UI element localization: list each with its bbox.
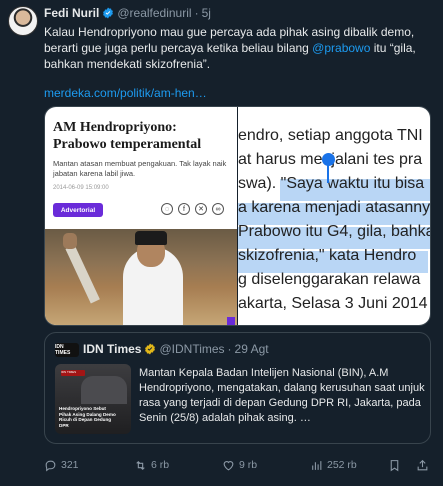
quote-text: Mantan Kepala Badan Intelijen Nasional (… [139,367,425,424]
thumb-tag: IDN TIMES [61,370,85,376]
reply-button[interactable]: 321 [44,456,79,474]
idn-times-logo: IDN TIMES [55,343,79,357]
thumb-caption: Hendropriyono Sebut Pihak Asing Dalang D… [59,406,116,428]
quote-header: IDN Times @IDNTimes · 29 Agt [83,342,269,356]
facebook-icon: f [178,203,190,215]
author-name[interactable]: Fedi Nuril [44,6,99,20]
like-count: 9 rb [239,459,258,471]
author-avatar[interactable] [8,6,38,36]
bookmark-icon [390,459,399,471]
link-icon: ∞ [212,203,224,215]
views-count: 252 rb [327,459,357,471]
author-handle[interactable]: @realfedinuril [117,6,191,20]
article-line: endro, setiap anggota TNI [238,127,423,144]
quote-separator: · [227,342,232,356]
verified-badge-icon [103,7,114,19]
quote-handle: @IDNTimes [159,342,225,356]
article-line: g diselenggarakan relawa [238,271,421,288]
views-button[interactable]: 252 rb [310,456,357,474]
like-button[interactable]: 9 rb [222,456,257,474]
reply-count: 321 [61,459,79,471]
quote-time: 29 Agt [234,342,269,356]
header-separator: · [194,6,199,20]
article-line: Prabowo itu G4, gila, bahka [238,223,431,240]
x-icon: ✕ [195,203,207,215]
bookmark-button[interactable] [388,456,401,474]
card-date: 2014-06-09 15:09:00 [53,185,109,191]
heart-icon [223,460,234,470]
tweet-media[interactable]: AM Hendropriyono: Prabowo temperamental … [44,106,431,326]
reply-icon [45,460,56,471]
article-zoom-image[interactable]: endro, setiap anggota TNI at harus menja… [238,107,431,325]
article-line: swa). "Saya waktu itu bisa [238,175,425,192]
quote-thumbnail: IDN TIMES Hendropriyono Sebut Pihak Asin… [55,364,131,434]
advertorial-badge: Advertorial [53,203,103,217]
verified-gold-badge-icon [145,343,156,355]
tweet-text: Kalau Hendropriyono mau gue percaya ada … [44,24,434,72]
share-icon [417,459,428,470]
article-line: skizofrenia," kata Hendro [238,247,417,264]
article-link[interactable]: merdeka.com/politik/am-hen… [44,86,207,100]
quoted-tweet[interactable]: IDN TIMES IDN Times @IDNTimes · 29 Agt I… [44,332,431,444]
retweet-button[interactable]: 6 rb [134,456,169,474]
tweet-header: Fedi Nuril @realfedinuril · 5j [44,6,211,20]
card-title: AM Hendropriyono: Prabowo temperamental [53,120,202,152]
share-button[interactable] [416,456,429,474]
retweet-count: 6 rb [151,459,170,471]
tweet-actions: 321 6 rb 9 rb 252 rb [44,456,431,474]
prabowo-photo [45,229,237,325]
article-line: akarta, Selasa 3 Juni 2014 [238,295,428,312]
tweet-time[interactable]: 5j [202,6,211,20]
retweet-icon [136,460,145,470]
card-subtitle: Mantan atasan membuat pengakuan. Tak lay… [53,159,227,178]
whatsapp-icon: ◌ [161,203,173,215]
views-chart-icon [312,460,322,470]
quote-text-body: Mantan Kepala Badan Intelijen Nasional (… [139,367,425,424]
article-line: a karena menjadi atasanny [238,199,431,216]
quote-author-name: IDN Times [83,342,142,356]
mention-link[interactable]: @prabowo [312,41,370,55]
news-card-image[interactable]: AM Hendropriyono: Prabowo temperamental … [45,107,237,325]
